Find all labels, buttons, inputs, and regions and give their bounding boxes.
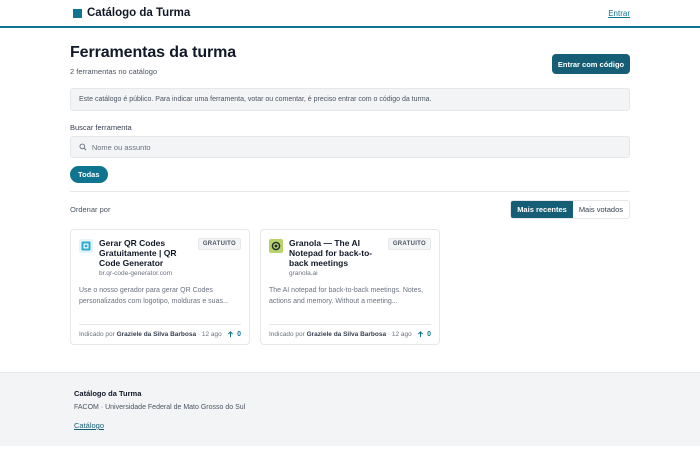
upvote-button[interactable]: 0: [227, 331, 241, 338]
card-footer: Indicado por Graziele da Silva Barbosa ·…: [269, 324, 431, 338]
page-header: Ferramentas da turma 2 ferramentas no ca…: [70, 44, 630, 76]
arrow-up-icon: [228, 331, 234, 338]
tool-card-list: Gerar QR Codes Gratuitamente | QR Code G…: [70, 229, 630, 345]
brand-square-icon: [73, 8, 82, 18]
sort-recent-button[interactable]: Mais recentes: [511, 201, 573, 218]
main-content: Ferramentas da turma 2 ferramentas no ca…: [0, 44, 700, 345]
footer-organization: FACOM · Universidade Federal de Mato Gro…: [74, 404, 246, 411]
qr-code-icon: [79, 239, 93, 253]
card-domain: br.qr-code-generator.com: [99, 270, 172, 277]
public-notice: Este catálogo é público. Para indicar um…: [70, 88, 630, 111]
divider: [70, 191, 630, 192]
arrow-up-icon: [418, 331, 424, 338]
sort-toggle: Mais recentes Mais votados: [510, 200, 630, 219]
price-badge: GRATUITO: [387, 238, 431, 250]
card-meta: Indicado por Graziele da Silva Barbosa ·…: [269, 331, 412, 338]
sort-label: Ordenar por: [70, 205, 111, 214]
card-meta: Indicado por Graziele da Silva Barbosa ·…: [79, 331, 222, 338]
card-description: The AI notepad for back-to-back meetings…: [269, 287, 424, 305]
vote-count: 0: [427, 331, 431, 338]
top-nav: Catálogo da Turma Entrar: [0, 0, 700, 28]
card-author: Graziele da Silva Barbosa: [306, 331, 387, 338]
page-heading: Ferramentas da turma 2 ferramentas no ca…: [70, 44, 236, 76]
footer-catalog-link[interactable]: Catálogo: [74, 421, 104, 430]
site-footer: Catálogo da Turma FACOM · Universidade F…: [0, 372, 700, 446]
card-author: Graziele da Silva Barbosa: [116, 331, 197, 338]
brand-name: Catálogo da Turma: [87, 7, 191, 19]
granola-logo-icon: [269, 239, 283, 253]
indicated-by-label: Indicado por: [79, 331, 115, 338]
card-description: Use o nosso gerador para gerar QR Codes …: [79, 287, 229, 305]
upvote-button[interactable]: 0: [417, 331, 431, 338]
tool-card[interactable]: Gerar QR Codes Gratuitamente | QR Code G…: [70, 229, 250, 345]
enter-with-code-button[interactable]: Entrar com código: [552, 54, 630, 74]
card-date: · 12 ago: [197, 331, 222, 338]
filter-all-chip[interactable]: Todas: [70, 166, 108, 183]
sort-row: Ordenar por Mais recentes Mais votados: [70, 200, 630, 219]
vote-count: 0: [237, 331, 241, 338]
card-date: · 12 ago: [387, 331, 412, 338]
brand[interactable]: Catálogo da Turma: [73, 7, 190, 19]
search-label: Buscar ferramenta: [70, 123, 132, 132]
tool-count: 2 ferramentas no catálogo: [70, 67, 158, 76]
card-title[interactable]: Gerar QR Codes Gratuitamente | QR Code G…: [99, 238, 192, 268]
card-title[interactable]: Granola — The AI Notepad for back-to-bac…: [289, 238, 382, 268]
search-icon: [79, 143, 87, 151]
card-footer: Indicado por Graziele da Silva Barbosa ·…: [79, 324, 241, 338]
tool-card[interactable]: Granola — The AI Notepad for back-to-bac…: [260, 229, 440, 345]
indicated-by-label: Indicado por: [269, 331, 305, 338]
card-domain: granola.ai: [289, 270, 318, 277]
login-link[interactable]: Entrar: [608, 9, 630, 18]
sort-voted-button[interactable]: Mais votados: [572, 201, 629, 218]
search-input[interactable]: [91, 142, 621, 152]
search-box[interactable]: [70, 136, 630, 158]
page-title: Ferramentas da turma: [70, 44, 237, 61]
footer-title: Catálogo da Turma: [74, 389, 142, 398]
price-badge: GRATUITO: [197, 238, 241, 250]
